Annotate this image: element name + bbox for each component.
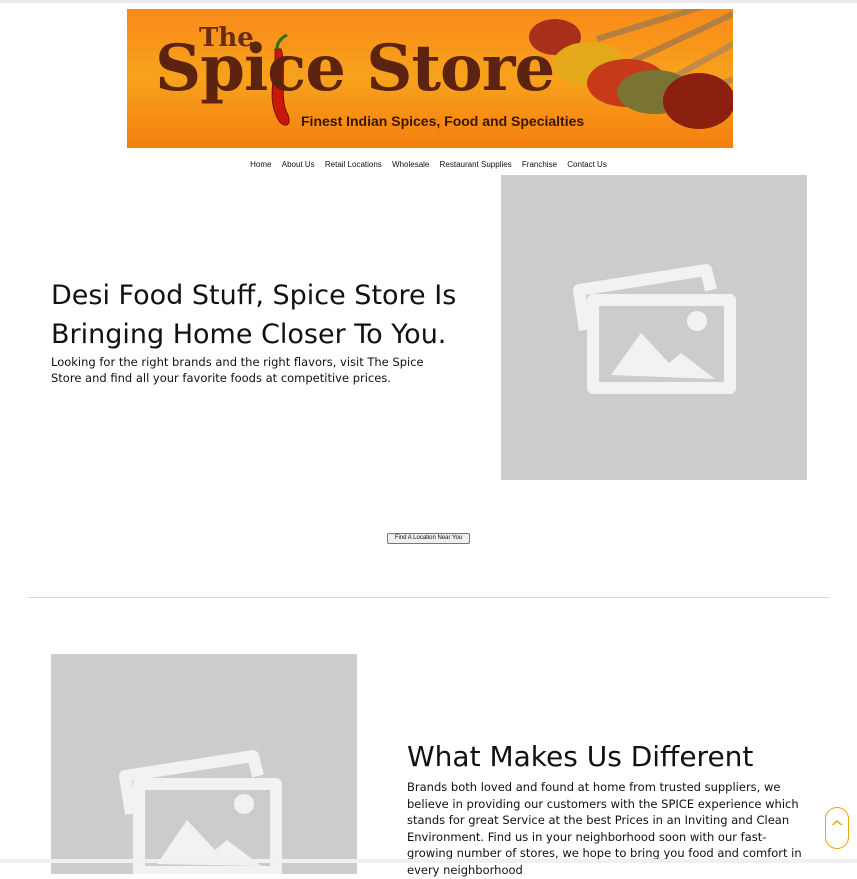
different-image-placeholder (51, 654, 357, 878)
different-description: Brands both loved and found at home from… (407, 780, 802, 877)
find-location-button[interactable]: Find A Location Near You (387, 533, 470, 544)
nav-wholesale[interactable]: Wholesale (392, 160, 429, 169)
nav-about-us[interactable]: About Us (282, 160, 315, 169)
nav-restaurant-supplies[interactable]: Restaurant Supplies (440, 160, 512, 169)
nav-contact-us[interactable]: Contact Us (567, 160, 607, 169)
image-placeholder-icon (119, 750, 282, 878)
nav-franchise[interactable]: Franchise (522, 160, 557, 169)
scroll-to-top-button[interactable]: ^ (825, 807, 849, 849)
section-divider (27, 597, 830, 598)
main-nav: Home About Us Retail Locations Wholesale… (0, 160, 857, 169)
logo-tagline: Finest Indian Spices, Food and Specialti… (301, 113, 585, 129)
chevron-up-icon: ^ (829, 818, 845, 838)
hero-description: Looking for the right brands and the rig… (51, 355, 424, 385)
nav-retail-locations[interactable]: Retail Locations (325, 160, 382, 169)
logo-title: Spice Store (155, 31, 555, 106)
header-banner[interactable]: The Spice Store Finest Indian Spices, Fo… (127, 9, 733, 148)
hero-title: Desi Food Stuff, Spice Store Is Bringing… (51, 280, 457, 350)
bottom-border (0, 859, 857, 863)
hero-image-placeholder (501, 175, 807, 480)
image-placeholder-icon (573, 264, 736, 394)
nav-home[interactable]: Home (250, 160, 271, 169)
top-border (0, 0, 857, 3)
different-title: What Makes Us Different (407, 740, 754, 773)
